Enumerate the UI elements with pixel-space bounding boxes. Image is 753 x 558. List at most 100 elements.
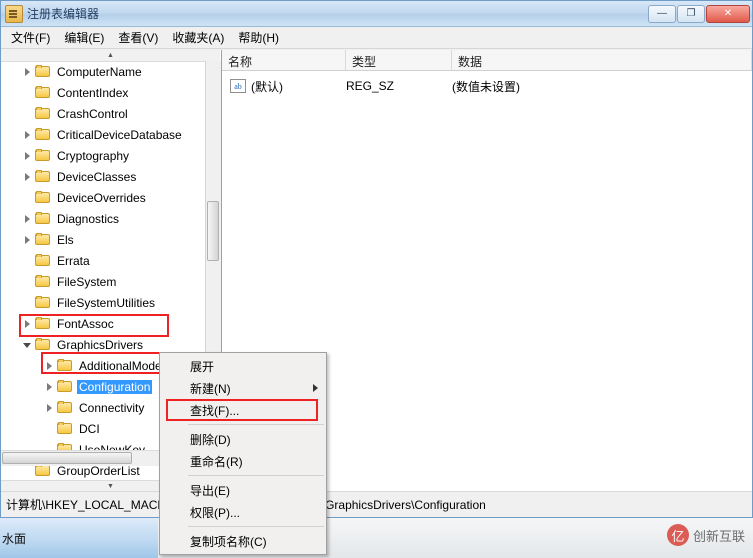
desktop-label: 水面	[2, 532, 27, 546]
tree-item-diagnostics[interactable]: Diagnostics	[1, 208, 205, 229]
tree-item-label: Errata	[57, 253, 90, 268]
folder-icon	[35, 170, 51, 183]
tree-item-label: Diagnostics	[57, 211, 120, 226]
chevron-right-icon[interactable]	[23, 172, 33, 182]
context-menu-item-find[interactable]: 查找(F)...	[160, 399, 326, 421]
close-button[interactable]: ✕	[706, 4, 750, 23]
tree-item-contentindex[interactable]: ContentIndex	[1, 82, 205, 103]
folder-icon	[57, 422, 73, 435]
chevron-right-icon[interactable]	[23, 235, 33, 245]
folder-icon	[35, 107, 51, 120]
minimize-button[interactable]: —	[648, 4, 676, 23]
tree-item-filesystemutilities[interactable]: FileSystemUtilities	[1, 292, 205, 313]
value-name: (默认)	[251, 79, 283, 94]
tree-item-label: DeviceOverrides	[57, 190, 146, 205]
folder-icon	[35, 65, 51, 78]
folder-icon	[35, 149, 51, 162]
tree-item-label: Connectivity	[79, 400, 145, 415]
context-menu-separator	[188, 424, 324, 425]
tree-item-errata[interactable]: Errata	[1, 250, 205, 271]
context-menu-item-delete[interactable]: 删除(D)	[160, 428, 326, 450]
desktop-left-panel: 水面	[0, 518, 158, 558]
tree-item-label: DCI	[79, 421, 100, 436]
tree-item-crashcontrol[interactable]: CrashControl	[1, 103, 205, 124]
watermark-text: 创新互联	[692, 528, 745, 544]
chevron-right-icon[interactable]	[45, 382, 55, 392]
window-controls: — ❐ ✕	[648, 4, 750, 23]
chevron-right-icon	[313, 384, 318, 392]
column-header-type[interactable]: 类型	[346, 50, 452, 70]
folder-icon	[35, 296, 51, 309]
tree-item-label: Configuration	[77, 379, 153, 394]
context-menu-item-rename[interactable]: 重命名(R)	[160, 450, 326, 472]
tree-item-deviceoverrides[interactable]: DeviceOverrides	[1, 187, 205, 208]
chevron-right-icon[interactable]	[23, 67, 33, 77]
tree-item-label: FileSystemUtilities	[57, 295, 156, 310]
tree-scrollbar-thumb[interactable]	[207, 201, 219, 261]
value-type: REG_SZ	[346, 79, 395, 93]
folder-icon	[35, 191, 51, 204]
folder-icon	[35, 86, 51, 99]
watermark: 亿 创新互联	[666, 524, 745, 546]
chevron-right-icon[interactable]	[23, 130, 33, 140]
registry-editor-icon	[5, 4, 23, 23]
menu-edit[interactable]: 编辑(E)	[57, 27, 111, 48]
context-menu: 展开 新建(N) 查找(F)... 删除(D) 重命名(R) 导出(E) 权限(…	[159, 352, 327, 555]
tree-item-label: Cryptography	[57, 148, 130, 163]
tree-item-label: CriticalDeviceDatabase	[57, 127, 182, 142]
status-path-left: 计算机\HKEY_LOCAL_MACH	[6, 498, 167, 512]
menu-favorites[interactable]: 收藏夹(A)	[165, 27, 231, 48]
column-header-data[interactable]: 数据	[452, 50, 752, 70]
status-bar: 计算机\HKEY_LOCAL_MACH Control\GraphicsDriv…	[1, 491, 752, 517]
value-data: (数值未设置)	[452, 79, 520, 94]
folder-icon	[57, 401, 73, 414]
tree-item-label: DeviceClasses	[57, 169, 137, 184]
tree-item-label: ContentIndex	[57, 85, 129, 100]
chevron-right-icon[interactable]	[45, 361, 55, 371]
folder-icon	[35, 233, 51, 246]
registry-editor-window: 注册表编辑器 — ❐ ✕ 文件(F) 编辑(E) 查看(V) 收藏夹(A) 帮助…	[0, 0, 753, 555]
tree-item-label: ComputerName	[57, 64, 142, 79]
tree-item-label: FontAssoc	[57, 316, 114, 331]
column-header-name[interactable]: 名称	[222, 50, 346, 70]
string-value-icon: ab	[230, 79, 246, 93]
context-menu-separator	[188, 526, 324, 527]
chevron-right-icon[interactable]	[45, 403, 55, 413]
table-row[interactable]: ab (默认) REG_SZ (数值未设置)	[222, 71, 752, 97]
tree-item-criticaldevicedatabase[interactable]: CriticalDeviceDatabase	[1, 124, 205, 145]
folder-icon	[35, 317, 51, 330]
tree-item-cryptography[interactable]: Cryptography	[1, 145, 205, 166]
desktop-strip: 水面 亿 创新互联	[0, 518, 753, 558]
tree-item-fontassoc[interactable]: FontAssoc	[1, 313, 205, 334]
context-menu-item-expand[interactable]: 展开	[160, 355, 326, 377]
tree-hscrollbar-thumb[interactable]	[2, 452, 132, 464]
chevron-right-icon[interactable]	[23, 214, 33, 224]
folder-icon	[57, 359, 73, 372]
folder-icon	[35, 338, 51, 351]
tree-item-deviceclasses[interactable]: DeviceClasses	[1, 166, 205, 187]
context-menu-item-new[interactable]: 新建(N)	[160, 377, 326, 399]
folder-icon	[35, 128, 51, 141]
tree-item-label: CrashControl	[57, 106, 128, 121]
chevron-right-icon[interactable]	[23, 319, 33, 329]
context-menu-item-copy-key-name[interactable]: 复制项名称(C)	[160, 530, 326, 552]
chevron-down-icon[interactable]	[23, 340, 33, 350]
tree-item-label: Els	[57, 232, 74, 247]
tree-item-filesystem[interactable]: FileSystem	[1, 271, 205, 292]
context-menu-item-label: 新建(N)	[190, 381, 231, 396]
context-menu-item-export[interactable]: 导出(E)	[160, 479, 326, 501]
maximize-button[interactable]: ❐	[677, 4, 705, 23]
folder-icon	[35, 254, 51, 267]
folder-icon	[35, 275, 51, 288]
context-menu-item-permissions[interactable]: 权限(P)...	[160, 501, 326, 523]
watermark-logo: 亿	[666, 524, 689, 546]
folder-icon	[57, 380, 73, 393]
menu-file[interactable]: 文件(F)	[4, 27, 57, 48]
menu-view[interactable]: 查看(V)	[111, 27, 165, 48]
tree-item-computername[interactable]: ComputerName	[1, 61, 205, 82]
menu-help[interactable]: 帮助(H)	[231, 27, 286, 48]
tree-item-label: FileSystem	[57, 274, 117, 289]
tree-item-els[interactable]: Els	[1, 229, 205, 250]
context-menu-separator	[188, 475, 324, 476]
chevron-right-icon[interactable]	[23, 151, 33, 161]
